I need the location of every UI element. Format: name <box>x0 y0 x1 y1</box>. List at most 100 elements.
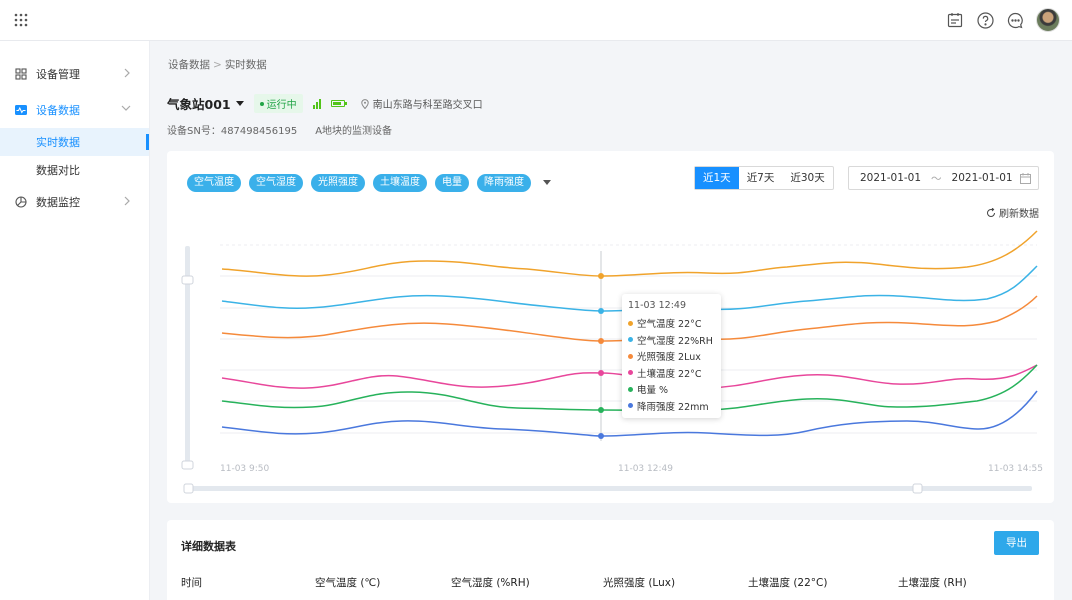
tooltip-row: 光照强度 2Lux <box>628 348 715 365</box>
breadcrumb-separator: > <box>213 59 222 71</box>
tooltip-value: 降雨强度 22mm <box>637 401 709 413</box>
status-text: 运行中 <box>266 100 297 111</box>
metric-tags: 空气温度 空气湿度 光照强度 土壤温度 电量 降雨强度 <box>187 174 551 192</box>
sidebar-item-label: 数据监控 <box>36 196 80 209</box>
station-name[interactable]: 气象站001 <box>167 94 231 113</box>
range-button-1d[interactable]: 近1天 <box>695 167 739 189</box>
chart-card: 11-03 9:50 11-03 12:49 11-03 14:55 空气温度 空气… <box>167 151 1054 503</box>
date-range-picker[interactable]: 2021-01-01 ～ 2021-01-01 <box>848 166 1039 190</box>
breadcrumb-root[interactable]: 设备数据 <box>168 59 210 71</box>
tooltip-row: 空气温度 22°C <box>628 315 715 332</box>
sidebar-item-device-management[interactable]: 设备管理 <box>0 56 149 92</box>
series-point <box>598 370 604 376</box>
horizontal-zoom-handle <box>912 483 923 494</box>
location-pin-icon <box>360 98 369 109</box>
series-dot <box>628 370 633 376</box>
date-start[interactable]: 2021-01-01 <box>860 172 921 184</box>
metric-tag[interactable]: 电量 <box>435 174 469 192</box>
tooltip-row: 电量 % <box>628 381 715 398</box>
message-icon[interactable] <box>1006 11 1024 29</box>
station-header: 气象站001 运行中 南山东路与科至路交叉口 <box>167 94 483 113</box>
apps-grid-icon[interactable] <box>14 13 28 27</box>
metric-tag[interactable]: 土壤温度 <box>373 174 427 192</box>
device-info: 设备SN号：487498456195 A地块的监测设备 <box>167 122 392 137</box>
column-header[interactable]: 光照强度 (Lux) <box>603 568 675 598</box>
column-header[interactable]: 空气温度 (℃) <box>315 568 380 598</box>
series-dot <box>628 353 633 359</box>
tooltip-row: 降雨强度 22mm <box>628 398 715 415</box>
series-dot <box>628 403 633 409</box>
tooltip-value: 空气湿度 22%RH <box>637 335 713 347</box>
detail-table-card: 详细数据表 导出 时间 空气温度 (℃) 空气湿度 (%RH) 光照强度 (Lu… <box>167 520 1054 600</box>
metric-tag[interactable]: 光照强度 <box>311 174 365 192</box>
series-point <box>598 433 604 439</box>
help-icon[interactable] <box>976 11 994 29</box>
column-header[interactable]: 时间 <box>181 568 202 598</box>
refresh-icon <box>987 207 995 217</box>
sidebar-item-data-monitor[interactable]: 数据监控 <box>0 184 149 220</box>
chevron-right-icon <box>124 68 130 78</box>
status-dot <box>259 101 264 106</box>
sidebar-item-label: 设备数据 <box>36 104 80 117</box>
refresh-label: 刷新数据 <box>999 209 1039 220</box>
table-header: 时间 空气温度 (℃) 空气湿度 (%RH) 光照强度 (Lux) 土壤温度 (… <box>167 568 1054 598</box>
sidebar-subitem-label: 实时数据 <box>36 136 80 149</box>
tooltip-row: 土壤温度 22°C <box>628 365 715 382</box>
sidebar-subitem-realtime-data[interactable]: 实时数据 <box>0 128 149 156</box>
tooltip-value: 电量 % <box>637 385 669 397</box>
range-button-30d[interactable]: 近30天 <box>782 167 832 189</box>
main-content: 设备数据 > 实时数据 气象站001 运行中 南山东路与科至路交叉口 设备SN号：4… <box>150 41 1072 600</box>
export-button[interactable]: 导出 <box>994 531 1039 555</box>
series-dot <box>628 386 633 392</box>
pulse-icon <box>15 104 27 116</box>
device-sn: 设备SN号：487498456195 <box>167 126 298 137</box>
signal-icon <box>312 98 321 109</box>
metric-tag[interactable]: 空气湿度 <box>249 174 303 192</box>
range-button-7d[interactable]: 近7天 <box>739 167 783 189</box>
series-line <box>221 230 1038 277</box>
tooltip-row: 空气湿度 22%RH <box>628 332 715 349</box>
location-text: 南山东路与科至路交叉口 <box>372 100 483 111</box>
series-dot <box>628 320 633 326</box>
caret-down-icon[interactable] <box>235 100 244 107</box>
column-header[interactable]: 土壤温度 (22°C) <box>748 568 827 598</box>
caret-down-icon[interactable] <box>543 180 551 186</box>
top-bar <box>0 0 1072 41</box>
time-range-selector: 近1天 近7天 近30天 <box>694 166 834 190</box>
chevron-right-icon <box>124 196 130 206</box>
status-badge: 运行中 <box>253 94 303 113</box>
x-tick-label: 11-03 14:55 <box>988 464 1043 474</box>
calendar-note-icon[interactable] <box>946 11 964 29</box>
breadcrumb-current: 实时数据 <box>224 59 267 71</box>
user-avatar[interactable] <box>1036 8 1060 32</box>
sidebar-item-device-data[interactable]: 设备数据 <box>0 92 149 128</box>
horizontal-zoom-track <box>187 486 1032 491</box>
column-header[interactable]: 土壤湿度 (RH) <box>898 568 967 598</box>
calendar-icon <box>1020 173 1031 184</box>
date-end[interactable]: 2021-01-01 <box>952 172 1013 184</box>
device-description: A地块的监测设备 <box>315 126 393 137</box>
sidebar-item-label: 设备管理 <box>36 68 80 81</box>
series-point <box>598 338 604 344</box>
metric-tag[interactable]: 降雨强度 <box>477 174 531 192</box>
breadcrumb: 设备数据 > 实时数据 <box>168 57 267 72</box>
series-dot <box>628 337 633 343</box>
table-title: 详细数据表 <box>181 540 236 553</box>
pie-chart-icon <box>15 196 27 208</box>
sidebar-subitem-data-compare[interactable]: 数据对比 <box>0 156 149 184</box>
sidebar-subitem-label: 数据对比 <box>36 164 80 177</box>
metric-tag[interactable]: 空气温度 <box>187 174 241 192</box>
battery-icon <box>330 100 347 107</box>
realtime-line-chart[interactable]: 11-03 9:50 11-03 12:49 11-03 14:55 <box>167 151 1054 503</box>
column-header[interactable]: 空气湿度 (%RH) <box>451 568 530 598</box>
tooltip-value: 光照强度 2Lux <box>637 352 701 364</box>
vertical-zoom-handle <box>181 460 194 470</box>
date-separator: ～ <box>931 172 942 185</box>
tooltip-time: 11-03 12:49 <box>628 300 687 311</box>
refresh-button[interactable]: 刷新数据 <box>986 205 1039 220</box>
horizontal-zoom-handle <box>183 483 194 494</box>
grid-icon <box>15 68 27 80</box>
series-point <box>598 273 604 279</box>
chart-tooltip: 11-03 12:49 空气温度 22°C 空气湿度 22%RH 光照强度 2L… <box>622 294 721 418</box>
chevron-down-icon <box>121 105 131 111</box>
